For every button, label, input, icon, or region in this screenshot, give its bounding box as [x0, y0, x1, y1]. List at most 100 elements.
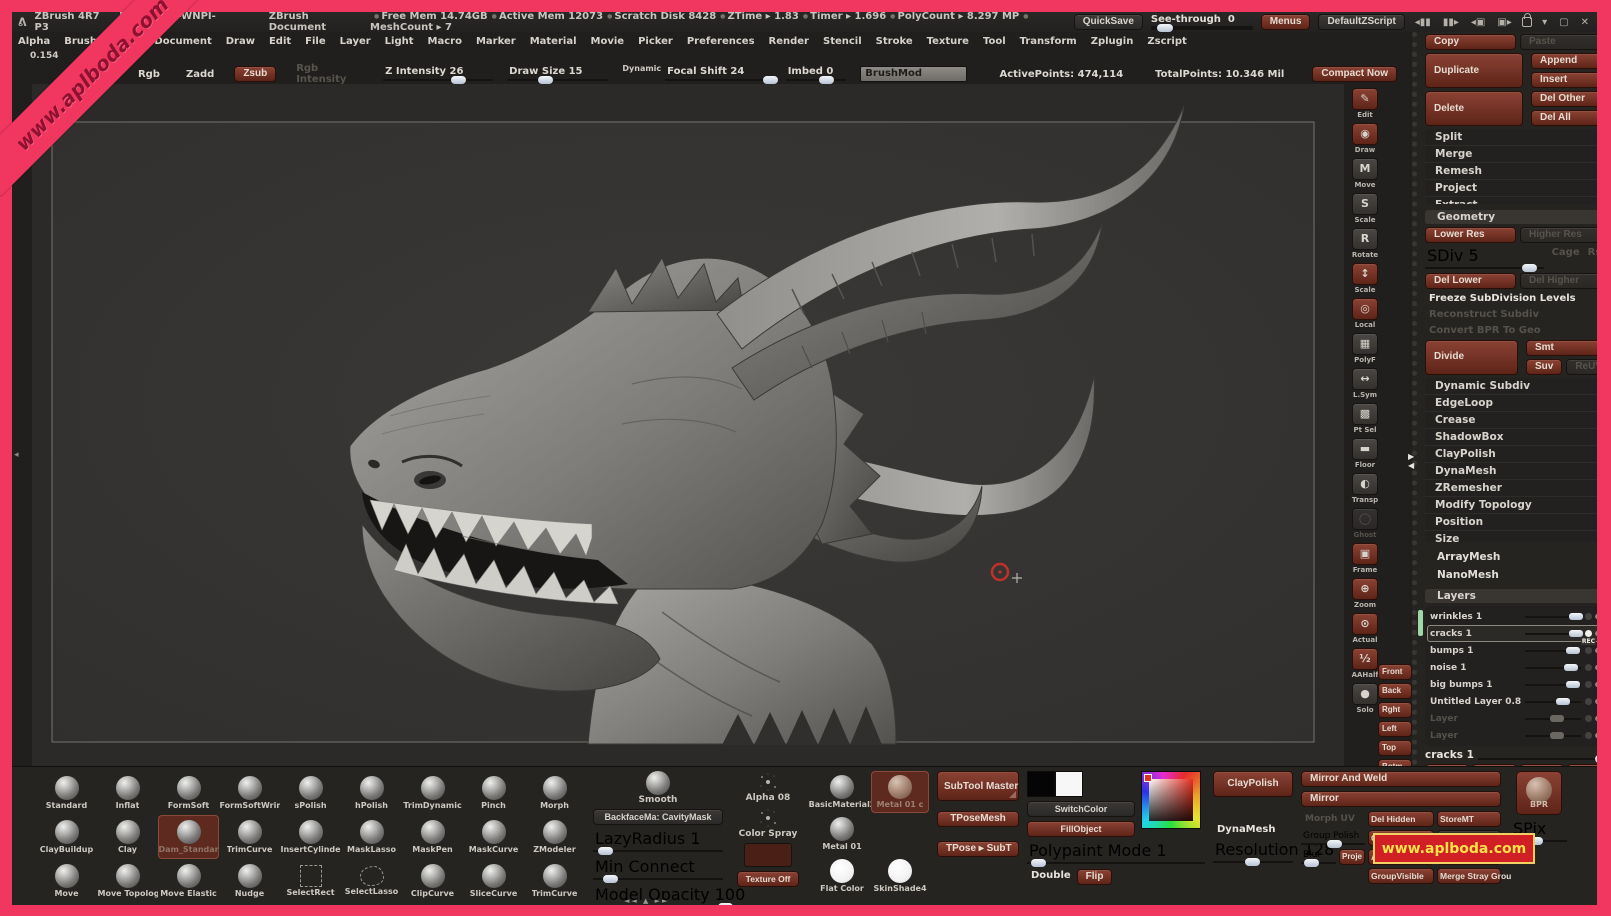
brush-item[interactable]: Move Topological: [97, 859, 158, 903]
shelf-tool-icon[interactable]: S Scale: [1352, 193, 1378, 224]
shelf-tool-icon[interactable]: R Rotate: [1352, 228, 1378, 259]
view-button[interactable]: Front: [1378, 664, 1412, 680]
layer-intensity-track[interactable]: [1525, 650, 1581, 652]
restore-button[interactable]: ▢: [1557, 17, 1570, 28]
zadd-toggle[interactable]: Zadd: [180, 68, 220, 81]
menu-item[interactable]: File: [305, 36, 325, 47]
shelf-tool-icon[interactable]: ◐ Transp: [1352, 473, 1378, 504]
doc-prev-icon[interactable]: ◂▣: [1469, 17, 1487, 28]
texture-swatch[interactable]: [744, 843, 792, 867]
menu-item[interactable]: Render: [769, 36, 809, 47]
layer-record-dot[interactable]: [1585, 647, 1592, 654]
layer-intensity-thumb[interactable]: [1564, 664, 1578, 671]
panel-section-item[interactable]: EdgeLoop: [1425, 395, 1597, 412]
material-item-selected[interactable]: Metal 01 c: [871, 771, 929, 813]
brush-item[interactable]: SliceCurve: [463, 859, 524, 903]
resolution-slider[interactable]: Resolution 128: [1213, 840, 1293, 864]
brush-item[interactable]: MaskCurve: [463, 815, 524, 859]
imbed-slider[interactable]: Imbed 0: [786, 66, 847, 82]
brush-item[interactable]: Dam_Standard: [158, 815, 219, 859]
shelf-tool-icon[interactable]: ◉ Draw: [1352, 123, 1378, 154]
default-zscript-button[interactable]: DefaultZScript: [1318, 14, 1404, 30]
layer-intensity-track[interactable]: [1525, 684, 1581, 686]
shelf-tool-icon[interactable]: ◎ Local: [1352, 298, 1378, 329]
brush-item[interactable]: Move: [36, 859, 97, 903]
divide-button[interactable]: Divide: [1425, 340, 1518, 375]
view-button[interactable]: Rght: [1378, 702, 1412, 718]
panel-section-item[interactable]: Dynamic Subdiv: [1425, 378, 1597, 395]
brush-item[interactable]: Move Elastic: [158, 859, 219, 903]
menus-button[interactable]: Menus: [1261, 14, 1311, 30]
shelf-tool-icon[interactable]: ↕ Scale: [1352, 263, 1378, 294]
panel-section-item[interactable]: Remesh: [1425, 163, 1597, 180]
minimize-button[interactable]: ▾: [1540, 17, 1549, 28]
panel-resize-arrows[interactable]: ▶◀: [1408, 452, 1414, 470]
layer-record-dot[interactable]: [1585, 715, 1592, 722]
layer-record-dot[interactable]: [1585, 664, 1592, 671]
menu-item[interactable]: Tool: [983, 36, 1006, 47]
shelf-tool-icon[interactable]: ▣ Frame: [1352, 543, 1378, 574]
panel-section-item[interactable]: Project: [1425, 180, 1597, 197]
brush-item[interactable]: TrimCurve: [524, 859, 585, 903]
shelf-tool-icon[interactable]: ▬ Floor: [1352, 438, 1378, 469]
rgb-intensity-slider[interactable]: Rgb Intensity: [290, 62, 369, 86]
brush-item[interactable]: ClayBuildup: [36, 815, 97, 859]
cage-button[interactable]: Cage: [1548, 246, 1580, 270]
menu-item[interactable]: Preferences: [687, 36, 755, 47]
layer-row[interactable]: Untitled Layer 0.8: [1427, 693, 1597, 710]
menu-item[interactable]: Picker: [638, 36, 673, 47]
see-through-slider[interactable]: See-through 0: [1151, 14, 1253, 30]
group-polish-slider[interactable]: Group Polish: [1301, 831, 1365, 846]
panel-section-item[interactable]: DynaMesh: [1425, 463, 1597, 480]
storemt-button[interactable]: StoreMT: [1437, 811, 1501, 827]
timeline-prev-icon[interactable]: ◂▮▮: [1413, 17, 1433, 28]
brush-item[interactable]: Clay: [97, 815, 158, 859]
smt-toggle[interactable]: Smt: [1526, 340, 1597, 356]
material-item[interactable]: BasicMaterial2: [813, 771, 871, 813]
claypolish-button[interactable]: ClayPolish: [1213, 771, 1293, 797]
layer-record-dot[interactable]: [1585, 681, 1592, 688]
panel-section-item[interactable]: ShadowBox: [1425, 429, 1597, 446]
color-picker[interactable]: [1141, 771, 1201, 829]
reuv-button[interactable]: ReUV: [1566, 359, 1597, 375]
dynamic-label[interactable]: Dynamic: [622, 64, 661, 73]
lock-icon[interactable]: [1522, 17, 1532, 27]
brush-item[interactable]: FormSoftWrinkl: [219, 771, 280, 815]
layer-intensity-track[interactable]: [1525, 633, 1581, 635]
brush-item[interactable]: Inflat: [97, 771, 158, 815]
duplicate-button[interactable]: Duplicate: [1425, 53, 1523, 88]
del-other-button[interactable]: Del Other: [1531, 91, 1597, 107]
menu-item[interactable]: Light: [385, 36, 414, 47]
layer-record-dot[interactable]: [1585, 698, 1592, 705]
view-button[interactable]: Left: [1378, 721, 1412, 737]
smooth-brush[interactable]: Smooth: [593, 771, 723, 805]
timeline-next-icon[interactable]: ▮▮▸: [1441, 17, 1461, 28]
menu-item[interactable]: Zplugin: [1091, 36, 1134, 47]
sculpt-canvas[interactable]: [32, 84, 1344, 766]
panel-section-item[interactable]: Split: [1425, 129, 1597, 146]
menu-item[interactable]: Zscript: [1147, 36, 1186, 47]
compact-now-button[interactable]: Compact Now: [1312, 66, 1397, 82]
texture-off-button[interactable]: Texture Off: [737, 871, 800, 887]
geometry-header[interactable]: Geometry: [1425, 210, 1597, 224]
menu-item[interactable]: Macro: [428, 36, 462, 47]
panel-section-item[interactable]: Position: [1425, 514, 1597, 531]
tposemesh-button[interactable]: TPoseMesh: [937, 811, 1019, 827]
brush-item[interactable]: Morph: [524, 771, 585, 815]
layer-visibility-eye-icon[interactable]: [1595, 630, 1597, 637]
subtool-master-button[interactable]: SubTool Master: [937, 771, 1019, 801]
sdiv-slider[interactable]: SDiv 5: [1425, 246, 1544, 270]
del-lower-button[interactable]: Del Lower: [1425, 273, 1516, 289]
convert-bpr-button[interactable]: Convert BPR To Geo: [1425, 324, 1597, 337]
layer-visibility-eye-icon[interactable]: [1595, 681, 1597, 688]
paste-button[interactable]: Paste: [1520, 34, 1597, 50]
layer-intensity-thumb[interactable]: [1550, 715, 1564, 722]
shelf-tool-icon[interactable]: ⊙ Actual: [1352, 613, 1378, 644]
quicksave-button[interactable]: QuickSave: [1074, 14, 1143, 30]
see-through-thumb[interactable]: [1157, 24, 1173, 32]
menu-item[interactable]: Draw: [226, 36, 255, 47]
brush-item[interactable]: ZModeler: [524, 815, 585, 859]
shelf-tool-icon[interactable]: ↔ L.Sym: [1352, 368, 1378, 399]
zsub-toggle[interactable]: Zsub: [234, 66, 276, 82]
layer-intensity-track[interactable]: [1525, 667, 1581, 669]
